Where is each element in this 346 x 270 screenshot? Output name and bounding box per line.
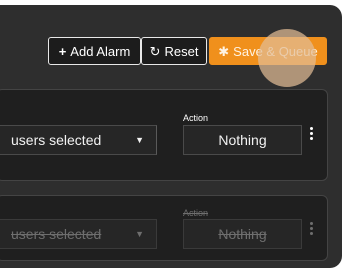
touch-indicator: [258, 29, 316, 87]
gear-icon: ✱: [218, 43, 230, 59]
caret-down-icon: ▼: [135, 135, 144, 145]
action-value: Nothing: [218, 132, 267, 148]
alarm-panel: + Add Alarm ↻ Reset ✱ Save & Queue users…: [0, 5, 342, 268]
reset-button[interactable]: ↻ Reset: [141, 37, 207, 65]
plus-icon: +: [58, 43, 67, 59]
action-select[interactable]: Nothing: [183, 125, 302, 155]
users-select-value: users selected: [11, 226, 102, 242]
kebab-menu-icon[interactable]: [308, 222, 314, 235]
alarm-row-disabled: users selected ▼ Action Nothing: [0, 195, 328, 261]
users-select-value: users selected: [11, 132, 102, 148]
users-select[interactable]: users selected ▼: [0, 125, 157, 155]
action-label: Action: [183, 113, 209, 123]
add-alarm-label: Add Alarm: [70, 43, 131, 59]
users-select: users selected ▼: [0, 219, 157, 249]
action-select: Nothing: [183, 219, 302, 249]
kebab-menu-icon[interactable]: [308, 127, 314, 140]
action-label: Action: [183, 208, 209, 218]
action-value: Nothing: [218, 226, 267, 242]
add-alarm-button[interactable]: + Add Alarm: [48, 37, 141, 65]
reset-label: Reset: [164, 43, 199, 59]
reset-icon: ↻: [149, 43, 161, 59]
caret-down-icon: ▼: [135, 229, 144, 239]
alarm-row: users selected ▼ Action Nothing: [0, 89, 328, 181]
